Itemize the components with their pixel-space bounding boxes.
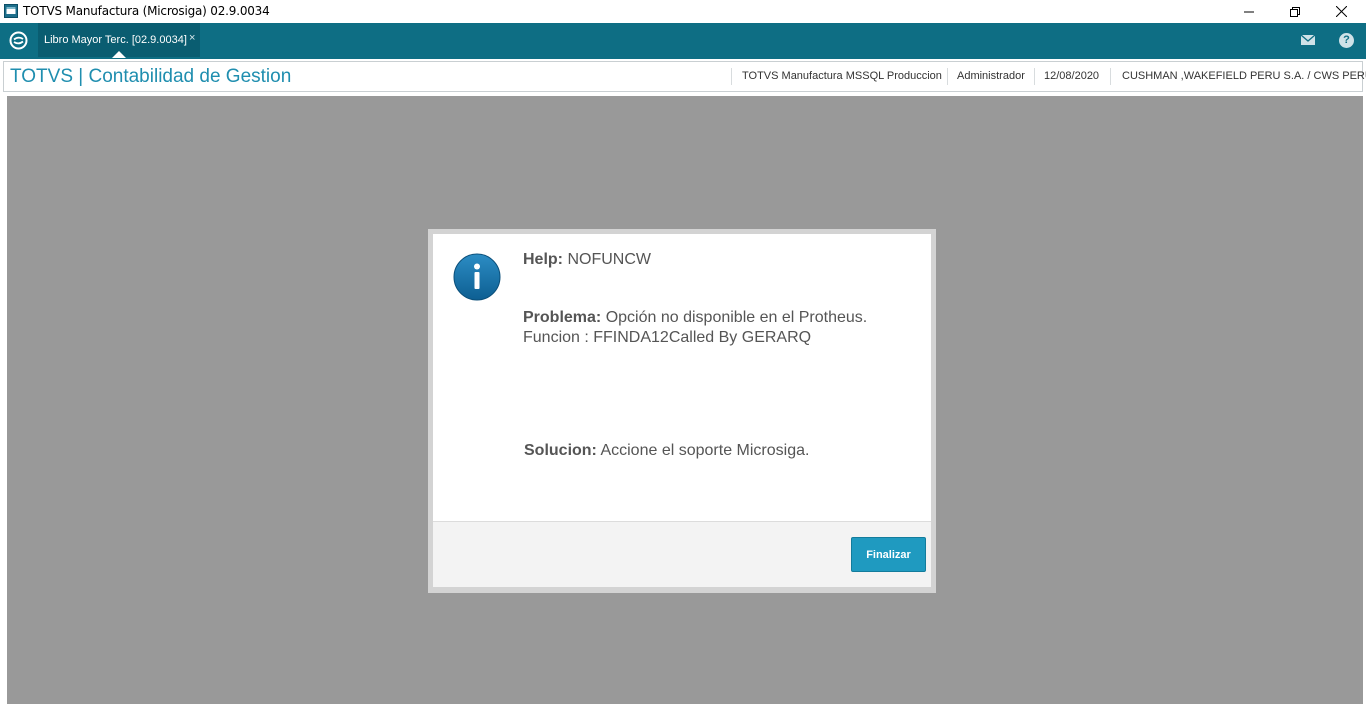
dialog-footer: Finalizar — [433, 521, 931, 587]
window-app-icon — [4, 4, 18, 18]
user-label: Administrador — [957, 70, 1025, 82]
tab-label: Libro Mayor Terc. [02.9.0034] — [44, 34, 187, 46]
finalizar-button[interactable]: Finalizar — [851, 537, 926, 572]
help-dialog: Help: NOFUNCW Problema: Opción no dispon… — [428, 229, 936, 593]
info-icon — [453, 253, 501, 301]
totvs-logo-icon[interactable] — [9, 31, 28, 50]
solution-text: Accione el soporte Microsiga. — [600, 442, 810, 459]
solution-line: Solucion: Accione el soporte Microsiga. — [524, 442, 809, 460]
problem-line: Problema: Opción no disponible en el Pro… — [523, 309, 867, 327]
separator — [1110, 68, 1111, 85]
problem-text: Opción no disponible en el Protheus. — [605, 309, 868, 326]
date-label: 12/08/2020 — [1044, 70, 1100, 82]
restore-button[interactable] — [1272, 0, 1318, 23]
separator — [1034, 68, 1035, 85]
window-title: TOTVS Manufactura (Microsiga) 02.9.0034 — [23, 4, 270, 18]
mail-icon[interactable] — [1300, 33, 1316, 47]
separator — [947, 68, 948, 85]
minimize-icon — [1244, 11, 1254, 12]
app-toolbar: Libro Mayor Terc. [02.9.0034] × ? — [0, 23, 1366, 59]
help-code: NOFUNCW — [567, 251, 651, 268]
problem-label: Problema: — [523, 309, 602, 326]
problem-detail: Funcion : FFINDA12Called By GERARQ — [523, 329, 812, 346]
tab-close-icon[interactable]: × — [189, 32, 195, 44]
module-title: TOTVS | Contabilidad de Gestion — [10, 66, 292, 87]
close-window-button[interactable] — [1318, 0, 1364, 23]
company-label: CUSHMAN ,WAKEFIELD PERU S.A. / CWS PERU — [1122, 70, 1366, 82]
separator — [731, 68, 732, 85]
help-label: Help: — [523, 251, 563, 268]
minimize-button[interactable] — [1226, 0, 1272, 23]
tab-libro-mayor[interactable]: Libro Mayor Terc. [02.9.0034] × — [38, 23, 200, 58]
dialog-body: Help: NOFUNCW Problema: Opción no dispon… — [433, 234, 931, 521]
close-icon — [1335, 6, 1347, 17]
active-tab-caret — [112, 51, 126, 58]
solution-label: Solucion: — [524, 442, 597, 459]
environment-label: TOTVS Manufactura MSSQL Produccion — [742, 70, 942, 82]
help-icon[interactable]: ? — [1339, 33, 1354, 48]
window-titlebar: TOTVS Manufactura (Microsiga) 02.9.0034 — [0, 0, 1366, 23]
module-header: TOTVS | Contabilidad de Gestion TOTVS Ma… — [3, 61, 1366, 92]
help-line: Help: NOFUNCW — [523, 251, 651, 269]
restore-icon — [1290, 6, 1300, 17]
